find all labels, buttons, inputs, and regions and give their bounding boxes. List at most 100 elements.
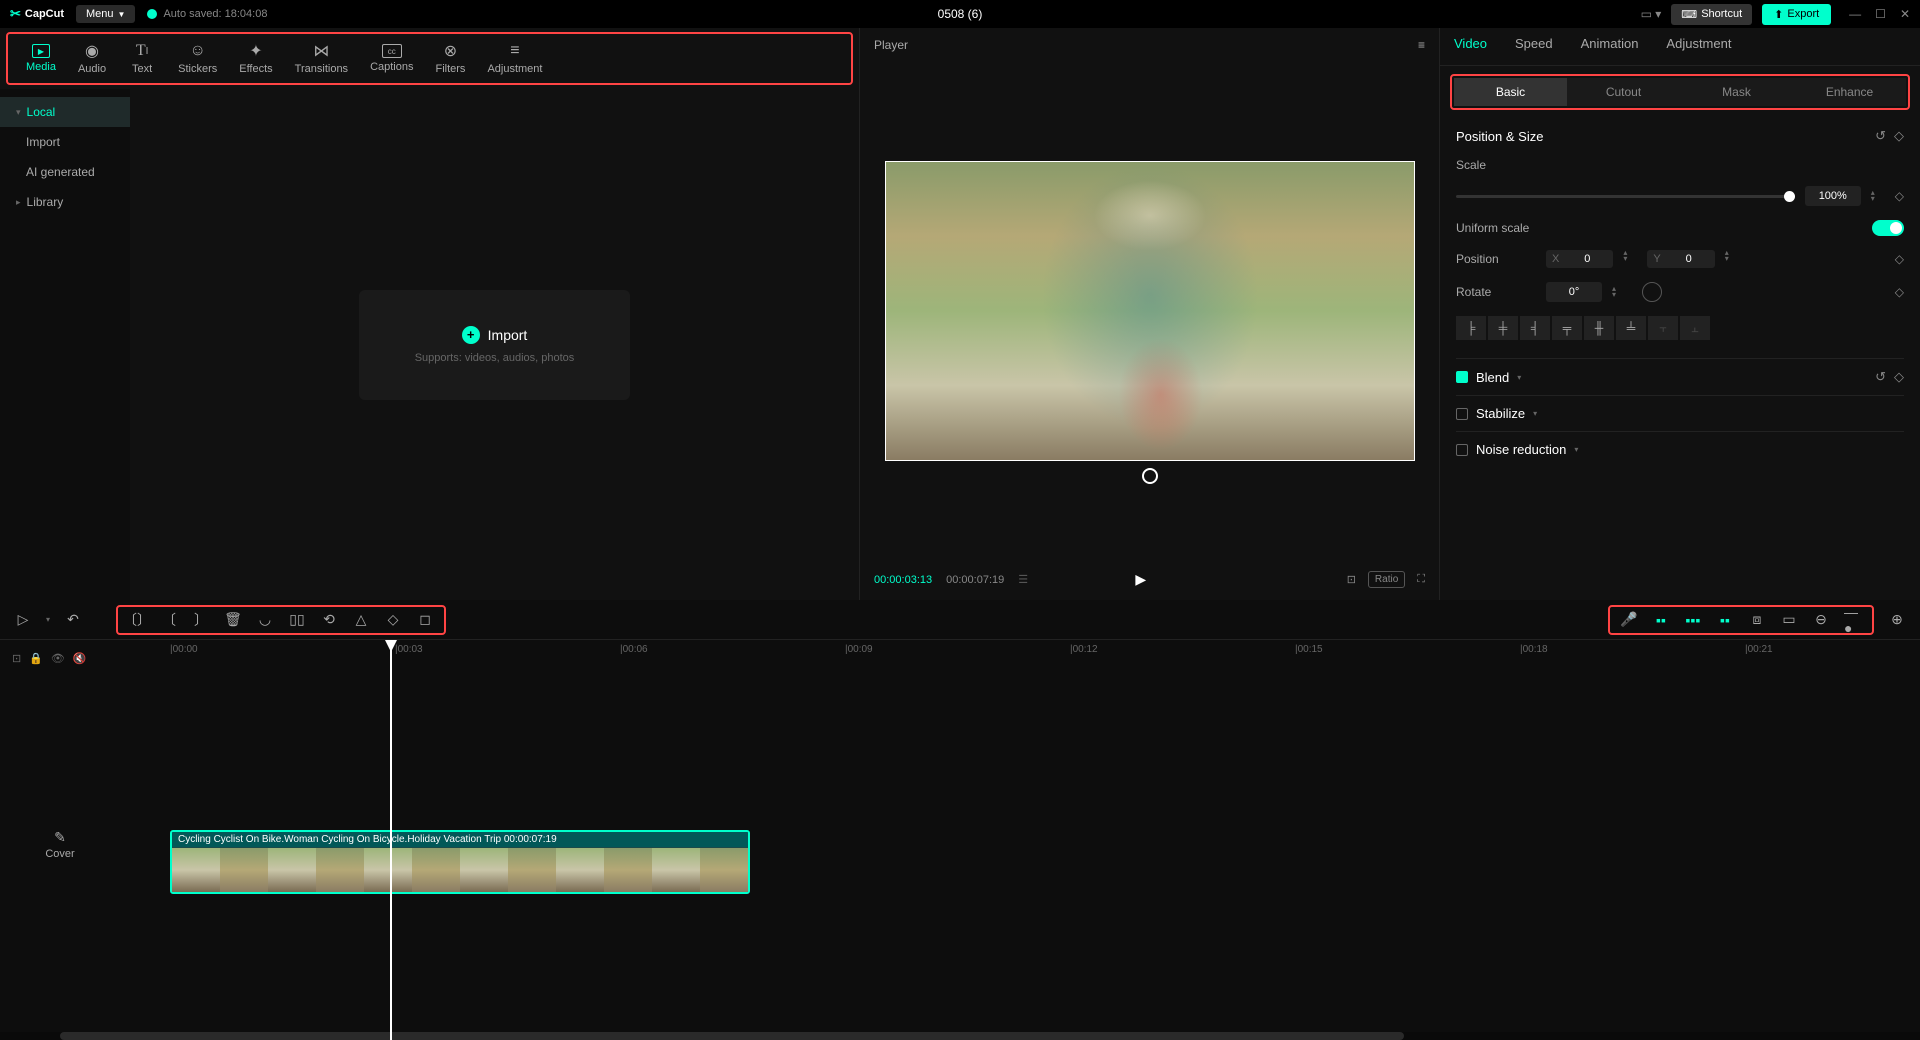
mic-button[interactable]: 🎤 (1620, 611, 1638, 629)
uniform-scale-toggle[interactable] (1872, 220, 1904, 236)
rotate-dial[interactable] (1642, 282, 1662, 302)
play-button[interactable]: ▶ (1135, 571, 1146, 588)
align-vcenter[interactable]: ╫ (1584, 316, 1614, 340)
current-time: 00:00:03:13 (874, 574, 932, 586)
blend-keyframe[interactable]: ◇ (1894, 369, 1904, 385)
subtab-cutout[interactable]: Cutout (1567, 78, 1680, 106)
split-right-button[interactable]: 〕 (192, 611, 210, 629)
track-mute-icon[interactable]: 🔇 (73, 652, 87, 665)
copy-button[interactable]: ▯▯ (288, 611, 306, 629)
keyframe-icon[interactable]: ◇ (1894, 128, 1904, 144)
tab-stickers[interactable]: ☺Stickers (168, 40, 227, 77)
scale-keyframe[interactable]: ◇ (1895, 189, 1904, 203)
align-left[interactable]: ╞ (1456, 316, 1486, 340)
reset-icon[interactable]: ↺ (1875, 128, 1886, 144)
crop-button[interactable]: ◻ (416, 611, 434, 629)
preview-button[interactable]: ▭ (1780, 611, 1798, 629)
tab-text[interactable]: TIText (118, 40, 166, 77)
export-button[interactable]: ⬆ Export (1762, 4, 1831, 25)
scale-stepper[interactable]: ▴▾ (1871, 190, 1885, 202)
split-button[interactable]: 〔〕 (128, 611, 146, 629)
scale-input[interactable]: 100% (1805, 186, 1861, 206)
reverse-button[interactable]: ⟲ (320, 611, 338, 629)
list-icon[interactable]: ☰ (1018, 573, 1028, 586)
magnetic-button[interactable]: ⧈ (1748, 611, 1766, 629)
position-x-input[interactable]: X (1546, 250, 1613, 268)
rp-tab-adjustment[interactable]: Adjustment (1666, 36, 1731, 57)
subtab-basic[interactable]: Basic (1454, 78, 1567, 106)
tab-transitions[interactable]: ⋈Transitions (285, 40, 358, 77)
zoom-fit-button[interactable]: ⊕ (1888, 611, 1906, 629)
sidebar-import[interactable]: Import (0, 127, 130, 157)
app-logo: CapCut (10, 6, 64, 22)
zoom-slider[interactable]: —● (1844, 611, 1862, 629)
minimize-icon[interactable]: — (1849, 7, 1861, 21)
position-label: Position (1456, 252, 1536, 266)
ratio-button[interactable]: Ratio (1368, 571, 1405, 588)
track-toggle-2[interactable]: ▪▪▪ (1684, 611, 1702, 629)
timeline-scrollbar[interactable] (0, 1032, 1920, 1040)
fullscreen-icon[interactable]: ⛶ (1417, 573, 1425, 586)
tab-effects[interactable]: ✦Effects (229, 40, 282, 77)
project-title: 0508 (6) (938, 7, 983, 21)
section-position-size: Position & Size (1456, 129, 1543, 144)
rotate-keyframe[interactable]: ◇ (1895, 285, 1904, 299)
rotate-label: Rotate (1456, 285, 1536, 299)
delete-button[interactable]: 🗑 (224, 611, 242, 629)
tab-filters[interactable]: ⊗Filters (425, 40, 475, 77)
rp-tab-speed[interactable]: Speed (1515, 36, 1553, 57)
video-preview[interactable] (885, 161, 1415, 461)
zoom-out-button[interactable]: ⊖ (1812, 611, 1830, 629)
tab-adjustment[interactable]: ≡Adjustment (477, 40, 552, 77)
playhead[interactable] (390, 640, 392, 1040)
player-menu-icon[interactable]: ≡ (1418, 38, 1425, 52)
tab-media[interactable]: ▶Media (16, 40, 66, 77)
rotate-input[interactable]: 0° (1546, 282, 1602, 302)
close-icon[interactable]: ✕ (1900, 7, 1910, 21)
track-toggle-1[interactable]: ▪▪ (1652, 611, 1670, 629)
position-y-input[interactable]: Y (1647, 250, 1714, 268)
split-left-button[interactable]: 〔 (160, 611, 178, 629)
stabilize-label[interactable]: Stabilize (1476, 406, 1525, 421)
track-eye-icon[interactable]: 👁 (51, 652, 65, 665)
align-hcenter[interactable]: ╪ (1488, 316, 1518, 340)
blend-label[interactable]: Blend (1476, 370, 1509, 385)
shortcut-button[interactable]: ⌨ Shortcut (1671, 4, 1752, 25)
menu-button[interactable]: Menu ▼ (76, 5, 135, 23)
track-settings-icon[interactable]: ⊡ (12, 652, 21, 665)
noise-label[interactable]: Noise reduction (1476, 442, 1566, 457)
sidebar-local[interactable]: ▾Local (0, 97, 130, 127)
uniform-scale-label: Uniform scale (1456, 221, 1536, 235)
blend-reset[interactable]: ↺ (1875, 369, 1886, 385)
blend-checkbox[interactable] (1456, 371, 1468, 383)
align-bottom[interactable]: ╧ (1616, 316, 1646, 340)
import-dropzone[interactable]: +Import Supports: videos, audios, photos (359, 290, 631, 400)
subtab-enhance[interactable]: Enhance (1793, 78, 1906, 106)
track-lock-icon[interactable]: 🔒 (29, 652, 43, 665)
position-keyframe[interactable]: ◇ (1895, 252, 1904, 266)
select-tool[interactable]: ▷ (14, 611, 32, 629)
noise-checkbox[interactable] (1456, 444, 1468, 456)
marker-button[interactable]: ◡ (256, 611, 274, 629)
cover-button[interactable]: Cover (0, 829, 120, 860)
maximize-icon[interactable]: ☐ (1875, 7, 1886, 21)
video-clip[interactable]: Cycling Cyclist On Bike.Woman Cycling On… (170, 830, 750, 894)
track-toggle-3[interactable]: ▪▪ (1716, 611, 1734, 629)
align-top[interactable]: ╤ (1552, 316, 1582, 340)
layout-icon[interactable]: ▭ ▾ (1641, 7, 1662, 21)
undo-button[interactable]: ↶ (64, 611, 82, 629)
rp-tab-video[interactable]: Video (1454, 36, 1487, 57)
rotate-button[interactable]: ◇ (384, 611, 402, 629)
snapshot-icon[interactable] (1142, 468, 1158, 484)
sidebar-ai[interactable]: AI generated (0, 157, 130, 187)
mirror-button[interactable]: △ (352, 611, 370, 629)
align-right[interactable]: ╡ (1520, 316, 1550, 340)
subtab-mask[interactable]: Mask (1680, 78, 1793, 106)
sidebar-library[interactable]: ▸Library (0, 187, 130, 217)
scan-icon[interactable]: ⊡ (1347, 573, 1356, 586)
tab-audio[interactable]: ◉Audio (68, 40, 116, 77)
stabilize-checkbox[interactable] (1456, 408, 1468, 420)
scale-slider[interactable] (1456, 195, 1795, 198)
tab-captions[interactable]: ccCaptions (360, 40, 423, 77)
rp-tab-animation[interactable]: Animation (1581, 36, 1639, 57)
